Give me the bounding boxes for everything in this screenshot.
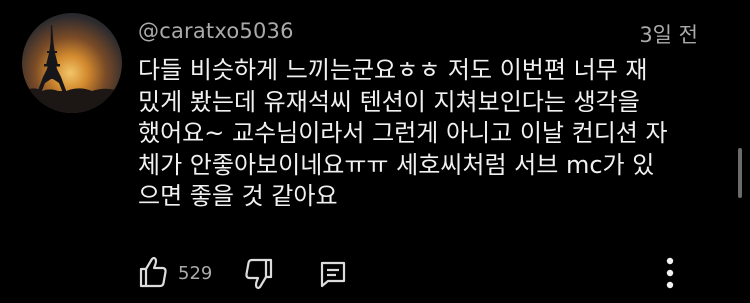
comment-text-line: 체가 안좋아보이네요ㅠㅠ 세호씨처럼 서브 mc가 있	[138, 150, 655, 179]
comment-author[interactable]: @caratxo5036	[138, 19, 294, 43]
scrollbar-thumb[interactable]	[738, 148, 742, 198]
comment-text: 다들 비슷하게 느끼는군요ㅎㅎ 저도 이번편 너무 재 밌게 봤는데 유재석씨 …	[138, 55, 704, 213]
thumbs-down-icon	[245, 258, 273, 290]
comment-text-line: 밌게 봤는데 유재석씨 텐션이 지쳐보인다는 생각을	[138, 87, 640, 116]
more-options-button[interactable]	[655, 255, 685, 291]
comment-reply-icon	[320, 261, 346, 288]
comment-text-line: 다들 비슷하게 느끼는군요ㅎㅎ 저도 이번편 너무 재	[138, 56, 648, 84]
like-button[interactable]	[138, 255, 168, 289]
reply-button[interactable]	[318, 259, 348, 289]
thumbs-up-icon	[139, 256, 167, 288]
avatar[interactable]	[22, 13, 122, 113]
comment-actions: 529	[138, 255, 698, 291]
eiffel-tower-silhouette-icon	[22, 25, 122, 113]
comment-timestamp: 3일 전	[639, 23, 698, 47]
comment-text-line: 했어요~ 교수님이라서 그런게 아니고 이날 컨디션 자	[138, 119, 668, 147]
more-vertical-icon	[666, 257, 674, 289]
comment-item: @caratxo5036 3일 전 다들 비슷하게 느끼는군요ㅎㅎ 저도 이번편…	[0, 0, 750, 303]
comment-text-line: 으면 좋을 것 같아요	[138, 182, 338, 210]
dislike-button[interactable]	[244, 257, 274, 291]
like-count: 529	[178, 263, 213, 284]
